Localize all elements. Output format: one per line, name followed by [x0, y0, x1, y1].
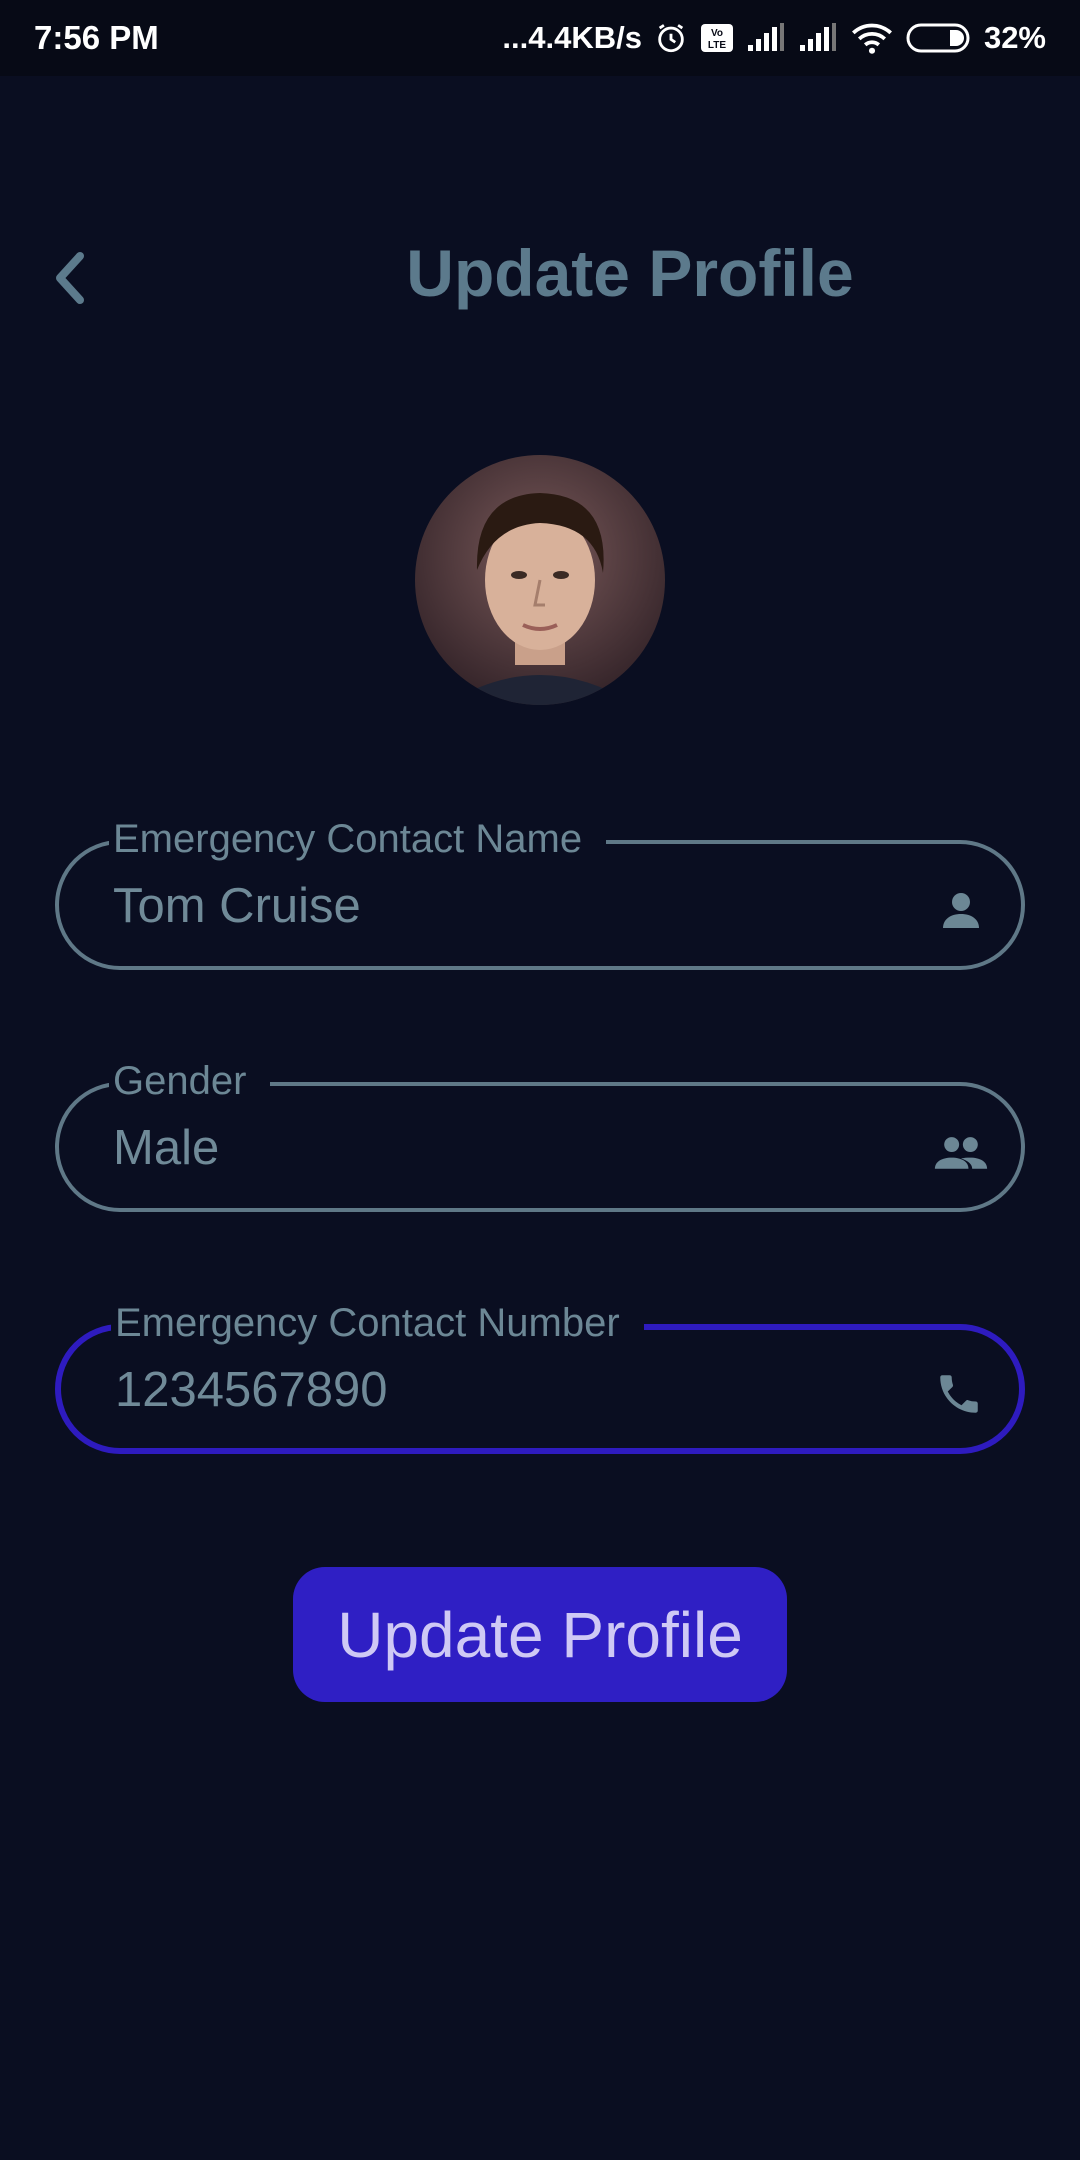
- chevron-left-icon: [50, 250, 90, 311]
- network-speed: ...4.4KB/s: [502, 20, 642, 55]
- page-title: Update Profile: [406, 236, 854, 310]
- phone-icon: [931, 1366, 987, 1422]
- wifi-icon: [850, 21, 894, 55]
- emergency-contact-name-label: Emergency Contact Name: [109, 814, 607, 864]
- gender-field[interactable]: Gender Male: [55, 1056, 1025, 1212]
- emergency-contact-name-field[interactable]: Emergency Contact Name Tom Cruise: [55, 814, 1025, 970]
- person-icon: [933, 882, 989, 938]
- svg-text:Vo: Vo: [711, 28, 723, 39]
- status-bar: 7:56 PM ...4.4KB/s Vo LTE 32%: [0, 0, 1080, 76]
- svg-text:LTE: LTE: [708, 40, 726, 51]
- emergency-contact-number-label: Emergency Contact Number: [111, 1298, 644, 1348]
- signal-icon: [746, 23, 786, 53]
- emergency-contact-name-input[interactable]: Tom Cruise: [113, 878, 361, 934]
- avatar[interactable]: [415, 455, 665, 705]
- gender-label: Gender: [109, 1056, 271, 1106]
- signal-icon: [798, 23, 838, 53]
- back-button[interactable]: [40, 250, 100, 310]
- battery-percent: 32%: [983, 20, 1046, 55]
- update-profile-button[interactable]: Update Profile: [293, 1567, 787, 1702]
- profile-photo: [415, 455, 665, 705]
- battery-icon: [906, 22, 972, 54]
- gender-input[interactable]: Male: [113, 1120, 219, 1176]
- volte-icon: Vo LTE: [700, 23, 734, 53]
- emergency-contact-number-field[interactable]: Emergency Contact Number 1234567890: [55, 1298, 1025, 1454]
- status-time: 7:56 PM: [34, 19, 159, 56]
- people-icon: [933, 1124, 989, 1180]
- alarm-icon: [654, 21, 688, 55]
- emergency-contact-number-input[interactable]: 1234567890: [115, 1362, 388, 1418]
- status-icons: ...4.4KB/s Vo LTE 32%: [502, 20, 1046, 56]
